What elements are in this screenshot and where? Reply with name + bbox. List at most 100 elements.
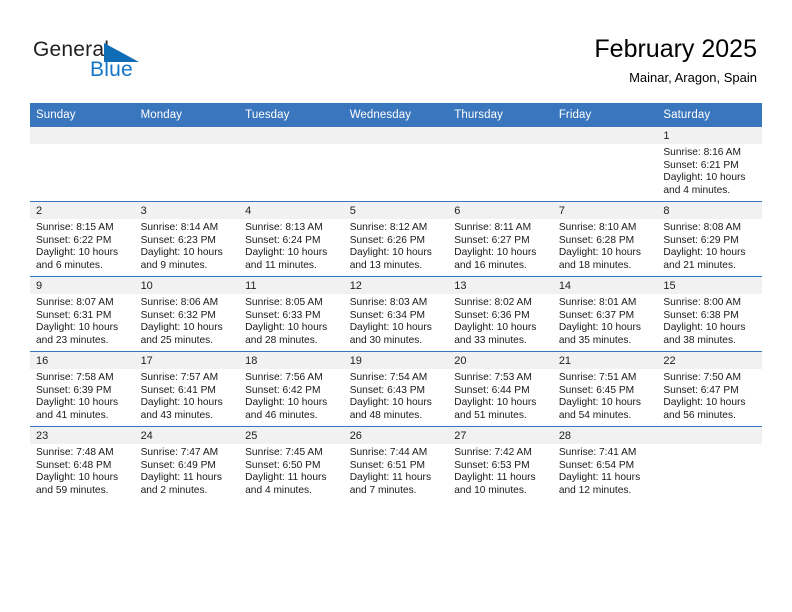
calendar-empty-cell — [552, 126, 658, 202]
calendar-day-cell[interactable]: 26 Sunrise: 7:44 AM Sunset: 6:51 PM Dayligh… — [343, 426, 449, 501]
day-details: Sunrise: 8:13 AM Sunset: 6:24 PM Daylight:… — [239, 219, 344, 272]
daylight-text: Daylight: 11 hours and 10 minutes. — [454, 472, 536, 496]
day-details: Sunrise: 8:16 AM Sunset: 6:21 PM Daylight:… — [657, 144, 762, 197]
sunset-text: Sunset: 6:50 PM — [245, 459, 321, 471]
sunrise-text: Sunrise: 8:10 AM — [558, 222, 637, 233]
general-blue-logo[interactable]: General Blue — [33, 38, 263, 88]
calendar-day-cell[interactable]: 8 Sunrise: 8:08 AM Sunset: 6:29 PM Daylight… — [657, 201, 762, 277]
day-number — [657, 427, 762, 444]
day-number: 25 — [239, 427, 344, 444]
sunrise-text: Sunrise: 7:57 AM — [140, 372, 219, 383]
calendar-day-cell[interactable]: 17 Sunrise: 7:57 AM Sunset: 6:41 PM Dayligh… — [134, 351, 240, 427]
weekday-header-friday: Friday — [552, 103, 658, 127]
calendar-day-cell[interactable]: 7 Sunrise: 8:10 AM Sunset: 6:28 PM Daylight… — [552, 201, 658, 277]
calendar-empty-cell — [134, 126, 240, 202]
sunset-text: Sunset: 6:34 PM — [349, 309, 426, 321]
day-box: 16 Sunrise: 7:58 AM Sunset: 6:39 PM Dayligh… — [30, 352, 135, 426]
calendar-day-cell[interactable]: 11 Sunrise: 8:05 AM Sunset: 6:33 PM Dayligh… — [239, 276, 344, 352]
day-details: Sunrise: 7:54 AM Sunset: 6:43 PM Daylight:… — [344, 369, 449, 422]
day-number: 5 — [343, 202, 449, 219]
weekday-header-saturday: Saturday — [657, 103, 762, 127]
day-number: 4 — [239, 202, 344, 219]
calendar-day-cell[interactable]: 14 Sunrise: 8:01 AM Sunset: 6:37 PM Dayligh… — [552, 276, 658, 352]
sunrise-text: Sunrise: 7:53 AM — [454, 372, 532, 383]
day-number: 1 — [657, 127, 762, 144]
day-number — [552, 127, 658, 144]
day-details: Sunrise: 8:12 AM Sunset: 6:26 PM Daylight:… — [344, 219, 449, 272]
day-number: 19 — [343, 352, 449, 369]
day-box: 23 Sunrise: 7:48 AM Sunset: 6:48 PM Dayligh… — [30, 427, 135, 501]
sunset-text: Sunset: 6:22 PM — [36, 234, 112, 246]
sunrise-text: Sunrise: 8:07 AM — [36, 297, 114, 308]
day-box: 20 Sunrise: 7:53 AM Sunset: 6:44 PM Dayligh… — [448, 352, 553, 426]
calendar-day-cell[interactable]: 6 Sunrise: 8:11 AM Sunset: 6:27 PM Daylight… — [448, 201, 553, 277]
sunrise-text: Sunrise: 8:11 AM — [454, 222, 532, 233]
sunrise-text: Sunrise: 7:50 AM — [663, 372, 741, 383]
daylight-text: Daylight: 10 hours and 23 minutes. — [36, 322, 119, 346]
daylight-text: Daylight: 10 hours and 13 minutes. — [349, 247, 432, 271]
daylight-text: Daylight: 10 hours and 18 minutes. — [558, 247, 641, 271]
sunrise-text: Sunrise: 8:01 AM — [558, 297, 637, 308]
day-number — [448, 127, 553, 144]
calendar-day-cell[interactable]: 9 Sunrise: 8:07 AM Sunset: 6:31 PM Daylight… — [30, 276, 135, 352]
calendar-day-cell[interactable]: 24 Sunrise: 7:47 AM Sunset: 6:49 PM Dayligh… — [134, 426, 240, 501]
calendar-day-cell[interactable]: 22 Sunrise: 7:50 AM Sunset: 6:47 PM Dayligh… — [657, 351, 762, 427]
day-number: 28 — [552, 427, 658, 444]
calendar-day-cell[interactable]: 15 Sunrise: 8:00 AM Sunset: 6:38 PM Dayligh… — [657, 276, 762, 352]
calendar-day-cell[interactable]: 2 Sunrise: 8:15 AM Sunset: 6:22 PM Daylight… — [30, 201, 135, 277]
daylight-text: Daylight: 10 hours and 11 minutes. — [245, 247, 328, 271]
weekday-header-tuesday: Tuesday — [239, 103, 344, 127]
sunset-text: Sunset: 6:44 PM — [454, 384, 530, 396]
sunset-text: Sunset: 6:26 PM — [349, 234, 426, 246]
daylight-text: Daylight: 10 hours and 9 minutes. — [140, 247, 223, 271]
calendar-table: Sunday Monday Tuesday Wednesday Thursday… — [30, 103, 762, 501]
calendar-day-cell[interactable]: 4 Sunrise: 8:13 AM Sunset: 6:24 PM Daylight… — [239, 201, 344, 277]
day-box — [30, 127, 135, 201]
day-details: Sunrise: 7:41 AM Sunset: 6:54 PM Daylight:… — [553, 444, 658, 497]
day-box: 3 Sunrise: 8:14 AM Sunset: 6:23 PM Daylight… — [134, 202, 240, 276]
sunset-text: Sunset: 6:53 PM — [454, 459, 530, 471]
calendar-week-row: 16 Sunrise: 7:58 AM Sunset: 6:39 PM Dayligh… — [30, 351, 762, 427]
sunrise-text: Sunrise: 7:48 AM — [36, 447, 114, 458]
calendar-day-cell[interactable]: 13 Sunrise: 8:02 AM Sunset: 6:36 PM Dayligh… — [448, 276, 553, 352]
day-box: 25 Sunrise: 7:45 AM Sunset: 6:50 PM Dayligh… — [239, 427, 344, 501]
day-box: 5 Sunrise: 8:12 AM Sunset: 6:26 PM Daylight… — [343, 202, 449, 276]
sunrise-text: Sunrise: 7:51 AM — [558, 372, 637, 383]
calendar-day-cell[interactable]: 19 Sunrise: 7:54 AM Sunset: 6:43 PM Dayligh… — [343, 351, 449, 427]
day-details — [448, 144, 553, 147]
day-box: 6 Sunrise: 8:11 AM Sunset: 6:27 PM Daylight… — [448, 202, 553, 276]
daylight-text: Daylight: 10 hours and 4 minutes. — [663, 172, 746, 196]
calendar-day-cell[interactable]: 16 Sunrise: 7:58 AM Sunset: 6:39 PM Dayligh… — [30, 351, 135, 427]
calendar-day-cell[interactable]: 20 Sunrise: 7:53 AM Sunset: 6:44 PM Dayligh… — [448, 351, 553, 427]
sunrise-text: Sunrise: 8:08 AM — [663, 222, 741, 233]
daylight-text: Daylight: 10 hours and 6 minutes. — [36, 247, 119, 271]
sunset-text: Sunset: 6:41 PM — [140, 384, 216, 396]
calendar-day-cell[interactable]: 18 Sunrise: 7:56 AM Sunset: 6:42 PM Dayligh… — [239, 351, 344, 427]
calendar-day-cell[interactable]: 28 Sunrise: 7:41 AM Sunset: 6:54 PM Dayligh… — [552, 426, 658, 501]
calendar-day-cell[interactable]: 10 Sunrise: 8:06 AM Sunset: 6:32 PM Dayligh… — [134, 276, 240, 352]
day-number: 22 — [657, 352, 762, 369]
day-details: Sunrise: 8:14 AM Sunset: 6:23 PM Daylight:… — [135, 219, 240, 272]
calendar-day-cell[interactable]: 27 Sunrise: 7:42 AM Sunset: 6:53 PM Dayligh… — [448, 426, 553, 501]
calendar-day-cell[interactable]: 12 Sunrise: 8:03 AM Sunset: 6:34 PM Dayligh… — [343, 276, 449, 352]
sunrise-text: Sunrise: 8:12 AM — [349, 222, 428, 233]
calendar-day-cell[interactable]: 21 Sunrise: 7:51 AM Sunset: 6:45 PM Dayligh… — [552, 351, 658, 427]
calendar-day-cell[interactable]: 1 Sunrise: 8:16 AM Sunset: 6:21 PM Daylight… — [657, 126, 762, 202]
day-box — [448, 127, 553, 201]
calendar-day-cell[interactable]: 5 Sunrise: 8:12 AM Sunset: 6:26 PM Daylight… — [343, 201, 449, 277]
day-details: Sunrise: 7:48 AM Sunset: 6:48 PM Daylight:… — [30, 444, 135, 497]
day-box: 24 Sunrise: 7:47 AM Sunset: 6:49 PM Dayligh… — [134, 427, 240, 501]
page-subtitle: Mainar, Aragon, Spain — [629, 70, 757, 85]
sunrise-text: Sunrise: 7:42 AM — [454, 447, 532, 458]
day-number: 27 — [448, 427, 553, 444]
calendar-day-cell[interactable]: 25 Sunrise: 7:45 AM Sunset: 6:50 PM Dayligh… — [239, 426, 344, 501]
calendar-body: 1 Sunrise: 8:16 AM Sunset: 6:21 PM Daylight… — [30, 126, 762, 501]
calendar-day-cell[interactable]: 23 Sunrise: 7:48 AM Sunset: 6:48 PM Dayligh… — [30, 426, 135, 501]
sunrise-text: Sunrise: 7:44 AM — [349, 447, 428, 458]
sunset-text: Sunset: 6:45 PM — [558, 384, 635, 396]
sunrise-text: Sunrise: 8:06 AM — [140, 297, 219, 308]
calendar-day-cell[interactable]: 3 Sunrise: 8:14 AM Sunset: 6:23 PM Daylight… — [134, 201, 240, 277]
day-details: Sunrise: 7:50 AM Sunset: 6:47 PM Daylight:… — [657, 369, 762, 422]
weekday-header-sunday: Sunday — [30, 103, 135, 127]
day-details: Sunrise: 8:03 AM Sunset: 6:34 PM Daylight:… — [344, 294, 449, 347]
